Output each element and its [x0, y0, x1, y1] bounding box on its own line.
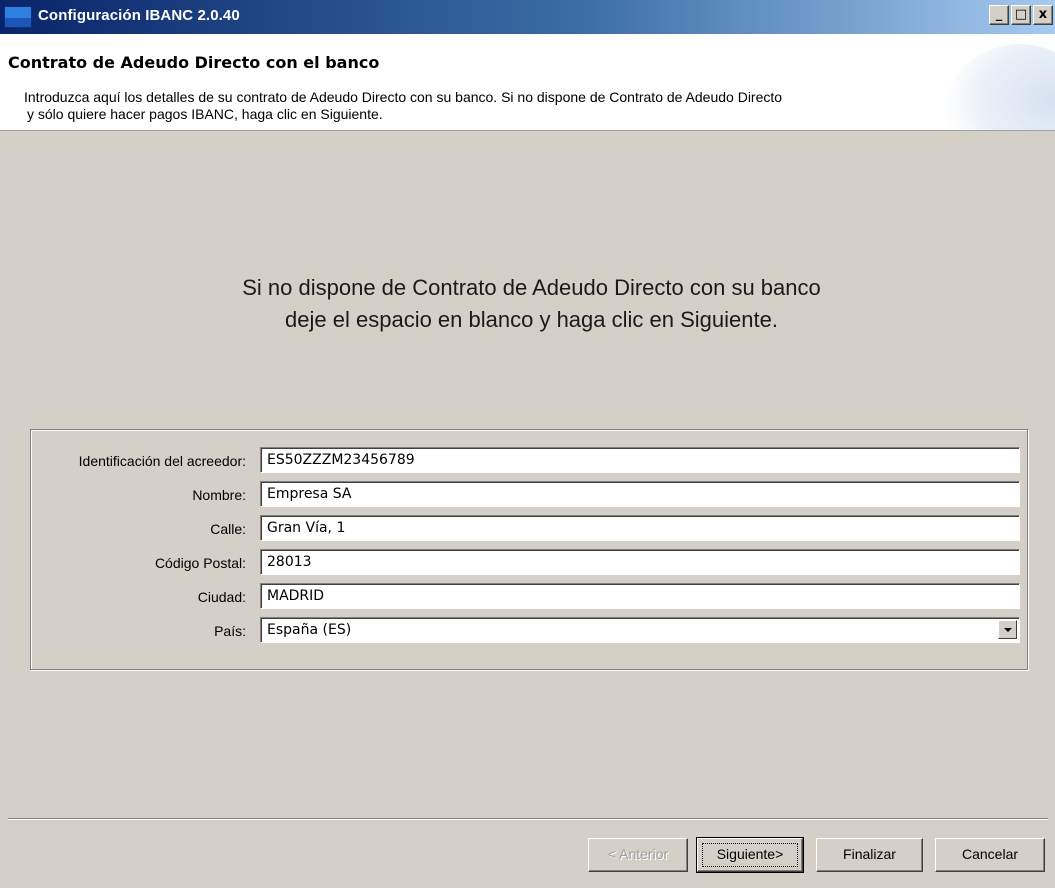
app-icon — [4, 6, 32, 28]
creditor-id-label: Identificación del acreedor: — [78, 453, 246, 469]
maximize-button[interactable]: □ — [1011, 5, 1031, 25]
creditor-details-group: Identificación del acreedor: ES50ZZZM234… — [30, 429, 1028, 670]
next-button[interactable]: Siguiente> — [696, 837, 804, 873]
name-label: Nombre: — [192, 487, 246, 503]
window-controls: _ □ x — [989, 5, 1053, 25]
city-field[interactable]: MADRID — [260, 583, 1020, 609]
postal-code-label: Código Postal: — [154, 555, 246, 571]
description-line-1: Introduzca aquí los detalles de su contr… — [24, 89, 783, 105]
city-row: Ciudad: MADRID — [31, 583, 1027, 611]
postal-code-field[interactable]: 28013 — [260, 549, 1020, 575]
street-label: Calle: — [210, 521, 246, 537]
street-row: Calle: Gran Vía, 1 — [31, 515, 1027, 543]
creditor-id-field[interactable]: ES50ZZZM23456789 — [260, 447, 1020, 473]
city-label: Ciudad: — [197, 589, 246, 605]
close-button[interactable]: x — [1033, 5, 1053, 25]
street-field[interactable]: Gran Vía, 1 — [260, 515, 1020, 541]
description-line-2: y sólo quiere hacer pagos IBANC, haga cl… — [27, 106, 383, 122]
country-select-value: España (ES) — [267, 622, 352, 638]
page-description: Introduzca aquí los detalles de su contr… — [24, 89, 984, 123]
info-message: Si no dispone de Contrato de Adeudo Dire… — [0, 272, 1055, 336]
wizard-header: Contrato de Adeudo Directo con el banco … — [0, 34, 1055, 131]
country-label: País: — [214, 623, 246, 639]
window-title: Configuración IBANC 2.0.40 — [38, 7, 240, 24]
title-bar: Configuración IBANC 2.0.40 _ □ x — [0, 0, 1055, 34]
page-title: Contrato de Adeudo Directo con el banco — [8, 53, 380, 72]
minimize-button[interactable]: _ — [989, 5, 1009, 25]
footer-divider — [8, 818, 1048, 820]
country-select[interactable]: España (ES) — [260, 617, 1020, 643]
chevron-down-icon[interactable] — [998, 620, 1017, 639]
info-line-2: deje el espacio en blanco y haga clic en… — [285, 307, 778, 332]
creditor-id-row: Identificación del acreedor: ES50ZZZM234… — [31, 447, 1027, 475]
finish-button[interactable]: Finalizar — [816, 838, 923, 872]
focus-ring — [702, 843, 798, 867]
country-row: País: España (ES) — [31, 617, 1027, 645]
cancel-button[interactable]: Cancelar — [935, 838, 1045, 872]
postal-code-row: Código Postal: 28013 — [31, 549, 1027, 577]
name-field[interactable]: Empresa SA — [260, 481, 1020, 507]
back-button[interactable]: < Anterior — [588, 838, 688, 872]
info-line-1: Si no dispone de Contrato de Adeudo Dire… — [242, 275, 821, 300]
name-row: Nombre: Empresa SA — [31, 481, 1027, 509]
